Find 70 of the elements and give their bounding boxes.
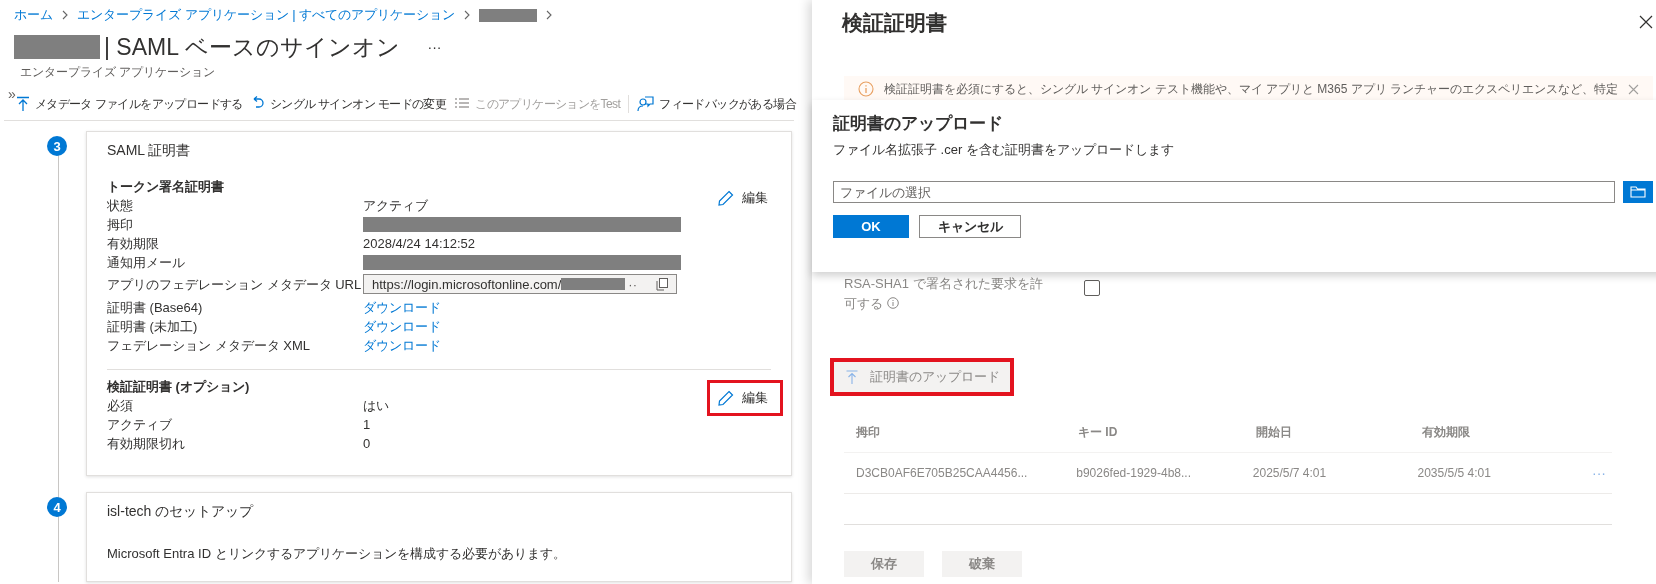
field-label: アクティブ	[107, 415, 173, 434]
option-label: RSA-SHA1 で署名された要求を許可する	[844, 275, 1044, 313]
chevron-icon	[61, 10, 69, 20]
dialog-button[interactable]: OK	[833, 215, 909, 238]
column-header: 拇印	[856, 423, 881, 441]
edit-button[interactable]: 編集	[707, 180, 783, 216]
chevron-icon	[463, 10, 472, 20]
table-cell-text: D3CB0AF6E705B25CAA4456...	[856, 466, 1029, 480]
pencil-icon	[718, 390, 734, 406]
field-value: はい	[363, 396, 389, 415]
upload-icon	[846, 369, 858, 385]
redacted-block	[479, 8, 538, 22]
field-value: 1	[363, 417, 371, 432]
chevron-icon	[545, 10, 554, 20]
download-link[interactable]: ダウンロード	[363, 317, 441, 336]
field-label: 状態	[107, 196, 134, 215]
field-value: 0	[363, 436, 371, 451]
more-button[interactable]: ···	[423, 39, 446, 55]
field-value: アクティブ	[363, 196, 428, 215]
field-value: 2028/4/24 14:12:52	[363, 236, 476, 251]
file-field[interactable]: ファイルの選択	[833, 181, 1615, 203]
checkbox[interactable]	[1084, 280, 1100, 296]
field-label: アプリのフェデレーション メタデータ URL	[107, 276, 363, 294]
field-label: 有効期限切れ	[107, 434, 186, 453]
section-heading: 検証証明書 (オプション)	[107, 378, 250, 396]
breadcrumb-link[interactable]: ホーム	[14, 6, 53, 24]
toolbar-button[interactable]: フィードバックがある場合	[637, 95, 797, 113]
field-label: 証明書 (未加工)	[107, 317, 199, 336]
download-link[interactable]: ダウンロード	[363, 336, 441, 355]
panel-title: 検証証明書	[842, 10, 947, 36]
card-title: SAML 証明書	[107, 142, 192, 160]
dialog-title: 証明書のアップロード	[833, 113, 1004, 135]
field-label: 通知用メール	[107, 253, 186, 272]
column-header: 有効期限	[1422, 423, 1471, 441]
toolbar-button[interactable]: シングル サインオン モードの変更	[250, 95, 447, 113]
toolbar-button[interactable]: メタデータ ファイルをアップロードする	[15, 95, 243, 113]
field-label: 証明書 (Base64)	[107, 298, 204, 317]
browse-button[interactable]	[1623, 181, 1653, 203]
table-cell-text: b9026fed-1929-4b8...	[1076, 466, 1192, 480]
card-text: Microsoft Entra ID とリンクするアプリケーションを構成する必要があります。	[107, 545, 567, 563]
feedback-icon	[637, 96, 655, 112]
download-link[interactable]: ダウンロード	[363, 298, 441, 317]
section-heading: トークン署名証明書	[107, 178, 224, 196]
upload-button[interactable]: 証明書のアップロード	[830, 358, 1014, 396]
list-icon	[454, 97, 471, 111]
field-label: フェデレーション メタデータ XML	[107, 336, 311, 355]
column-header: 開始日	[1256, 423, 1293, 441]
page-subtitle: エンタープライズ アプリケーション	[19, 64, 217, 81]
copy-icon[interactable]	[656, 277, 668, 291]
edit-button[interactable]: 編集	[707, 380, 783, 416]
warning-text: 検証証明書を必須にすると、シングル サインオン テスト機能や、マイ アプリと M365 アプリ ランチャーのエクスペリエンスなど、特定	[884, 80, 1619, 98]
card-title: isl-tech のセットアップ	[107, 503, 255, 521]
pencil-icon	[718, 190, 734, 206]
field-label: 有効期限	[107, 234, 160, 253]
info-icon	[886, 297, 899, 309]
info-icon	[858, 81, 874, 97]
collapse-button[interactable]: »	[4, 86, 16, 112]
step-number: 3	[47, 136, 67, 156]
dialog-button[interactable]: キャンセル	[919, 215, 1021, 238]
upload-icon	[15, 96, 30, 112]
table-cell-text: 2025/5/7 4:01	[1252, 466, 1328, 480]
breadcrumb-link[interactable]: エンタープライズ アプリケーション | すべてのアプリケーション	[77, 6, 456, 24]
field-label: 拇印	[107, 215, 134, 234]
column-header: キー ID	[1078, 423, 1119, 441]
url-field[interactable]: https://login.microsoftonline.com/ ··	[363, 274, 677, 294]
folder-icon	[1630, 186, 1646, 198]
step-number: 4	[47, 497, 67, 517]
page-title: | SAML ベースのサインオン	[104, 32, 400, 62]
dialog-description: ファイル名拡張子 .cer を含む証明書をアップロードします	[833, 141, 1175, 159]
field-label: 必須	[107, 396, 134, 415]
